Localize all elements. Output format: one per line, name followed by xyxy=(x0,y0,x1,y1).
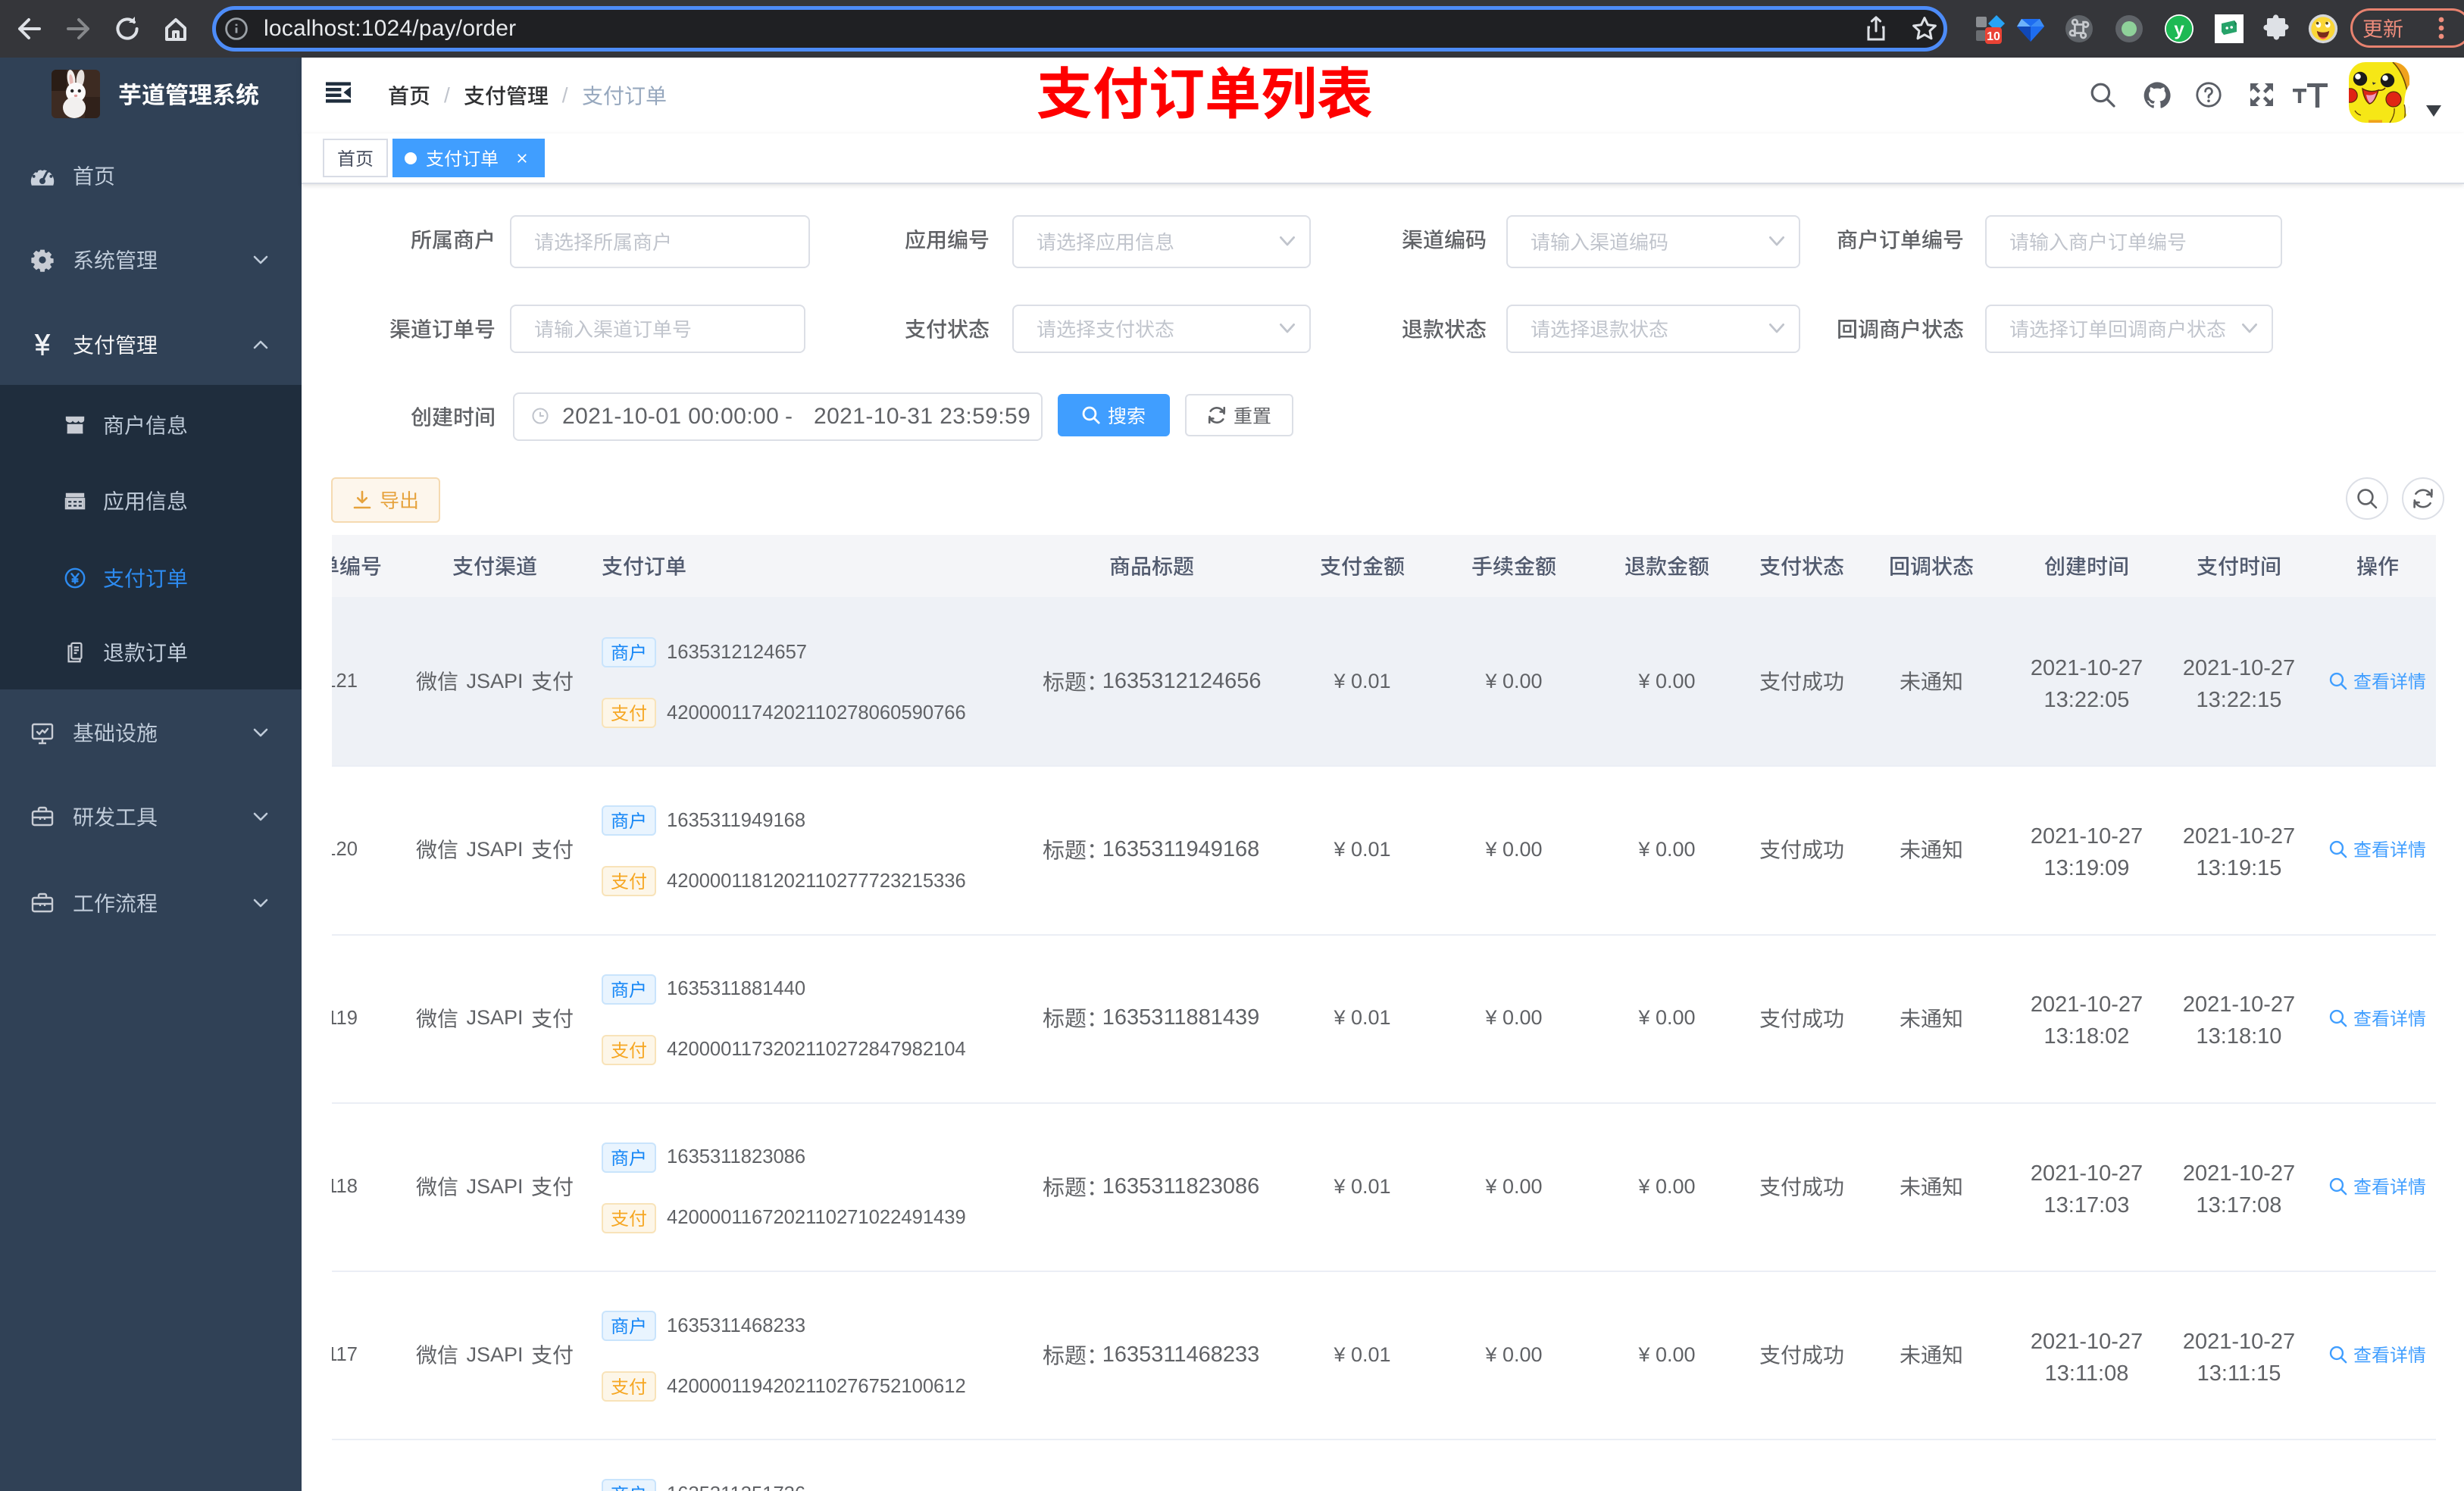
svg-text:10: 10 xyxy=(1987,30,2000,43)
svg-text:y: y xyxy=(2174,19,2184,39)
